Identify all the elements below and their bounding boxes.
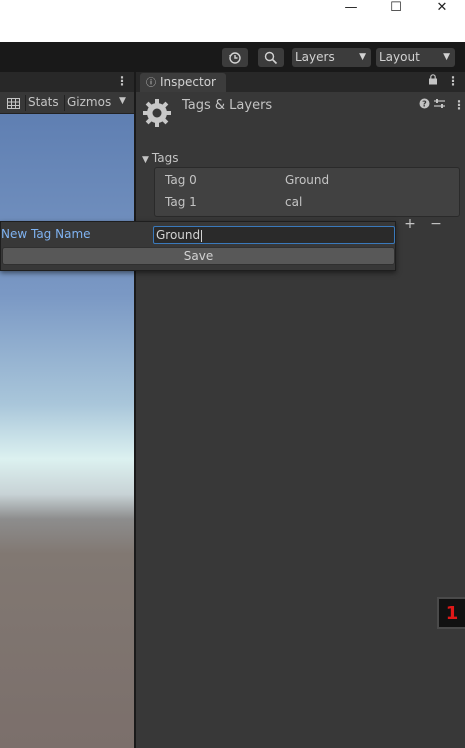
chevron-down-icon: ▼	[359, 52, 366, 62]
help-icon[interactable]: ?	[419, 98, 430, 112]
layers-dropdown[interactable]: Layers ▼	[292, 48, 371, 67]
info-icon: ⓘ	[146, 78, 156, 89]
close-button[interactable]: ✕	[422, 0, 462, 16]
list-item[interactable]: Tag 1 cal	[155, 193, 461, 213]
inspector-tab-label: Inspector	[160, 75, 216, 89]
add-tag-button[interactable]: +	[398, 216, 422, 234]
scene-viewport[interactable]	[0, 114, 134, 748]
tag-label: Tag 1	[165, 195, 197, 209]
toolbar-divider	[25, 95, 26, 111]
save-button[interactable]: Save	[2, 247, 395, 265]
lock-icon[interactable]	[428, 74, 438, 88]
layers-dropdown-label: Layers	[295, 50, 335, 64]
scene-tab-bar: ⋮	[0, 72, 134, 92]
new-tag-name-label: New Tag Name	[1, 227, 91, 241]
gear-icon	[142, 98, 172, 128]
inspector-title: Tags & Layers	[182, 98, 273, 113]
tag-value: Ground	[285, 173, 330, 187]
list-item[interactable]: Tag 0 Ground	[155, 171, 461, 191]
error-count-badge[interactable]: 1	[437, 597, 465, 629]
svg-text:?: ?	[422, 100, 427, 109]
presets-icon[interactable]	[434, 98, 445, 112]
layout-dropdown[interactable]: Layout ▼	[376, 48, 455, 67]
toolbar-divider	[64, 95, 65, 111]
new-tag-name-value: Ground	[156, 228, 201, 242]
new-tag-popup: New Tag Name Ground Save	[0, 221, 396, 271]
tag-label: Tag 0	[165, 173, 197, 187]
maximize-button[interactable]: ☐	[376, 0, 416, 16]
tags-foldout[interactable]: ▼ Tags	[142, 151, 179, 165]
tab-inspector[interactable]: ⓘ Inspector	[140, 73, 226, 92]
kebab-menu-icon[interactable]: ⋮	[453, 98, 465, 112]
window-titlebar: — ☐ ✕	[0, 0, 465, 42]
remove-tag-button[interactable]: −	[424, 216, 448, 234]
minimize-button[interactable]: —	[331, 0, 371, 16]
grid-icon[interactable]	[2, 94, 24, 112]
stats-button[interactable]: Stats	[28, 95, 59, 109]
layout-dropdown-label: Layout	[379, 50, 420, 64]
badge-count: 1	[445, 602, 459, 624]
unity-editor-window: — ☐ ✕ Layers ▼ Layout ▼ ⋮ Stats Gizmos ▼…	[0, 0, 465, 748]
scene-view-panel: ⋮ Stats Gizmos ▼	[0, 72, 134, 748]
tag-value: cal	[285, 195, 303, 209]
main-toolbar: Layers ▼ Layout ▼	[0, 42, 465, 72]
search-icon[interactable]	[258, 48, 284, 67]
tags-list: Tag 0 Ground Tag 1 cal	[154, 167, 460, 217]
inspector-tab-bar: ⓘ Inspector ⋮	[136, 72, 465, 92]
gizmos-button[interactable]: Gizmos	[67, 95, 111, 109]
new-tag-name-input[interactable]: Ground	[153, 226, 395, 244]
chevron-down-icon: ▼	[443, 52, 450, 62]
chevron-down-icon[interactable]: ▼	[119, 96, 126, 106]
inspector-panel: ⓘ Inspector ⋮ Tags & Layers ? ⋮ ▼ Tags T…	[136, 72, 465, 748]
scene-toolbar: Stats Gizmos ▼	[0, 92, 134, 114]
text-cursor	[201, 229, 203, 242]
tags-foldout-label: Tags	[151, 151, 179, 165]
caret-down-icon: ▼	[142, 155, 149, 165]
kebab-menu-icon[interactable]: ⋮	[116, 74, 128, 88]
history-icon[interactable]	[222, 48, 248, 67]
kebab-menu-icon[interactable]: ⋮	[447, 74, 459, 88]
